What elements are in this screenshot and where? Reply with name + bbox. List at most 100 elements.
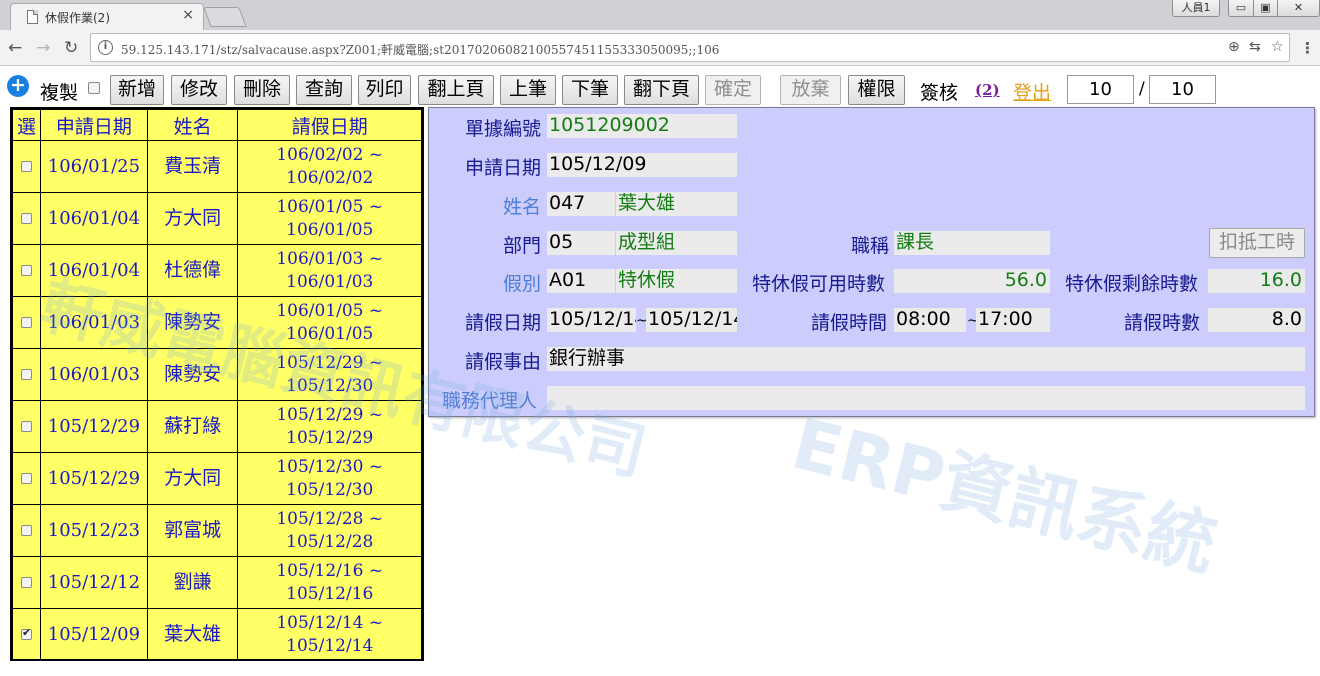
reload-icon[interactable]: ↻ (64, 38, 78, 58)
apply-date-cell: 106/01/25 (39, 140, 148, 193)
deputy-agent-field[interactable] (547, 386, 1305, 410)
browser-menu-icon[interactable]: ⋮ (1300, 39, 1315, 57)
back-icon[interactable]: ← (8, 38, 22, 58)
zoom-icon[interactable]: ⊕ (1228, 39, 1240, 55)
leave-date-from: 105/12/29 ~ (276, 352, 384, 373)
row-checkbox[interactable] (20, 421, 32, 432)
permission-button[interactable]: 權限 (848, 75, 905, 105)
table-row[interactable]: 105/12/09葉大雄105/12/14 ~105/12/14 (12, 608, 422, 661)
sign-off-count-link[interactable]: (2) (975, 81, 1000, 99)
current-page-input[interactable]: 10 (1067, 75, 1134, 104)
row-checkbox[interactable] (20, 213, 32, 224)
row-checkbox[interactable] (20, 317, 32, 328)
table-row[interactable]: 106/01/03 陳勢安 105/12/29 ~105/12/30 (12, 348, 422, 401)
employee-label: 姓名 (503, 196, 542, 218)
url-text: 59.125.143.171/stz/salvacause.aspx?Z001;… (121, 43, 720, 57)
address-bar[interactable]: i 59.125.143.171/stz/salvacause.aspx?Z00… (90, 33, 1290, 62)
minimize-icon[interactable]: ▭ (1228, 0, 1254, 17)
leave-date-from-field[interactable]: 105/12/14 (547, 308, 636, 332)
delete-button[interactable]: 刪除 (234, 75, 290, 105)
dept-label: 部門 (503, 235, 542, 257)
row-checkbox[interactable] (20, 265, 32, 276)
browser-tab[interactable]: 休假作業(2) × (10, 3, 204, 30)
leave-detail-form: 單據編號 1051209002 申請日期 105/12/09 姓名 047 葉大… (428, 107, 1315, 417)
query-button[interactable]: 查詢 (296, 75, 352, 105)
close-window-icon[interactable]: ✕ (1277, 0, 1320, 17)
column-header-apply-date[interactable]: 申請日期 (39, 109, 148, 141)
column-header-leave-date[interactable]: 請假日期 (237, 109, 422, 141)
logout-link[interactable]: 登出 (1013, 78, 1051, 105)
prev-record-button[interactable]: 上筆 (500, 75, 556, 105)
leave-date-label: 請假日期 (465, 312, 542, 334)
leave-type-code-field[interactable]: A01 (547, 269, 615, 293)
discard-button[interactable]: 放棄 (780, 75, 841, 105)
leave-hours-field[interactable]: 8.0 (1208, 308, 1305, 332)
table-row[interactable]: 105/12/29 方大同 105/12/30 ~105/12/30 (12, 452, 422, 505)
apply-date-field[interactable]: 105/12/09 (547, 153, 737, 177)
page-up-button[interactable]: 翻上頁 (418, 75, 494, 105)
sign-off-label: 簽核 (920, 82, 959, 104)
copy-label: 複製 (40, 82, 79, 104)
row-select-cell (12, 296, 41, 349)
column-header-select: 選 (12, 109, 41, 141)
site-info-icon[interactable]: i (98, 40, 113, 55)
table-row[interactable]: 105/12/29 蘇打綠 105/12/29 ~105/12/29 (12, 400, 422, 453)
browser-tabstrip: 休假作業(2) × 人員1 ▭ ▣ ✕ (0, 0, 1320, 30)
annual-leave-available-label: 特休假可用時數 (752, 273, 886, 295)
employee-name-cell: 蘇打綠 (146, 400, 239, 453)
row-select-cell (12, 608, 41, 661)
table-row[interactable]: 106/01/25 費玉清 106/02/02 ~106/02/02 (12, 140, 422, 193)
column-header-name[interactable]: 姓名 (146, 109, 239, 141)
leave-type-label: 假別 (503, 273, 542, 295)
row-checkbox[interactable] (20, 577, 32, 588)
leave-date-cell: 105/12/30 ~105/12/30 (237, 452, 422, 505)
leave-time-from-field[interactable]: 08:00 (894, 308, 966, 332)
tab-close-icon[interactable]: × (182, 7, 194, 23)
copy-checkbox[interactable] (88, 82, 100, 94)
profile-button[interactable]: 人員1 (1172, 0, 1220, 17)
row-checkbox[interactable] (20, 626, 32, 640)
dept-name-field: 成型組 (616, 231, 737, 255)
dept-code-field[interactable]: 05 (547, 231, 615, 255)
next-record-button[interactable]: 下筆 (562, 75, 618, 105)
add-button[interactable]: 新增 (110, 75, 164, 105)
new-tab-button[interactable] (203, 7, 247, 27)
leave-type-name-field: 特休假 (616, 269, 737, 293)
row-select-cell (12, 192, 41, 245)
employee-name-cell: 劉謙 (146, 556, 239, 609)
leave-time-to-field[interactable]: 17:00 (976, 308, 1050, 332)
print-button[interactable]: 列印 (358, 75, 411, 105)
employee-no-field[interactable]: 047 (547, 192, 615, 216)
table-row[interactable]: 106/01/04 杜德偉 106/01/03 ~106/01/03 (12, 244, 422, 297)
table-row[interactable]: 105/12/12 劉謙 105/12/16 ~105/12/16 (12, 556, 422, 609)
deduct-hours-button[interactable]: 扣抵工時 (1209, 228, 1305, 258)
leave-list-table: 選 申請日期 姓名 請假日期 106/01/25 費玉清 106/02/02 ~10… (10, 107, 424, 661)
row-checkbox[interactable] (20, 525, 32, 536)
table-row[interactable]: 106/01/03 陳勢安 106/01/05 ~106/01/05 (12, 296, 422, 349)
edit-button[interactable]: 修改 (171, 75, 227, 105)
row-checkbox[interactable] (20, 369, 32, 380)
row-checkbox[interactable] (20, 161, 32, 172)
annual-leave-available-field: 56.0 (894, 269, 1050, 293)
leave-date-to: 105/12/30 (286, 479, 374, 500)
table-row[interactable]: 105/12/23 郭富城 105/12/28 ~105/12/28 (12, 504, 422, 557)
table-row[interactable]: 106/01/04 方大同 106/01/05 ~106/01/05 (12, 192, 422, 245)
leave-date-from: 106/02/02 ~ (276, 144, 384, 165)
leave-date-to-field[interactable]: 105/12/14 (646, 308, 737, 332)
translate-icon[interactable]: ⇆ (1249, 39, 1261, 55)
page-down-button[interactable]: 翻下頁 (624, 75, 699, 105)
table-header-row: 選 申請日期 姓名 請假日期 (12, 109, 422, 141)
bookmark-star-icon[interactable]: ☆ (1271, 39, 1284, 55)
confirm-button[interactable]: 確定 (705, 75, 761, 105)
add-plus-icon[interactable]: + (7, 75, 29, 97)
row-checkbox[interactable] (20, 473, 32, 484)
leave-date-from: 105/12/30 ~ (276, 456, 384, 477)
maximize-icon[interactable]: ▣ (1253, 0, 1278, 17)
leave-date-cell: 105/12/14 ~105/12/14 (237, 608, 422, 661)
leave-reason-field[interactable]: 銀行辦事 (547, 347, 1305, 371)
leave-date-to: 105/12/28 (286, 531, 374, 552)
leave-date-cell: 105/12/16 ~105/12/16 (237, 556, 422, 609)
forward-icon[interactable]: → (36, 38, 50, 58)
doc-no-field[interactable]: 1051209002 (547, 114, 737, 138)
doc-no-label: 單據編號 (465, 118, 542, 140)
